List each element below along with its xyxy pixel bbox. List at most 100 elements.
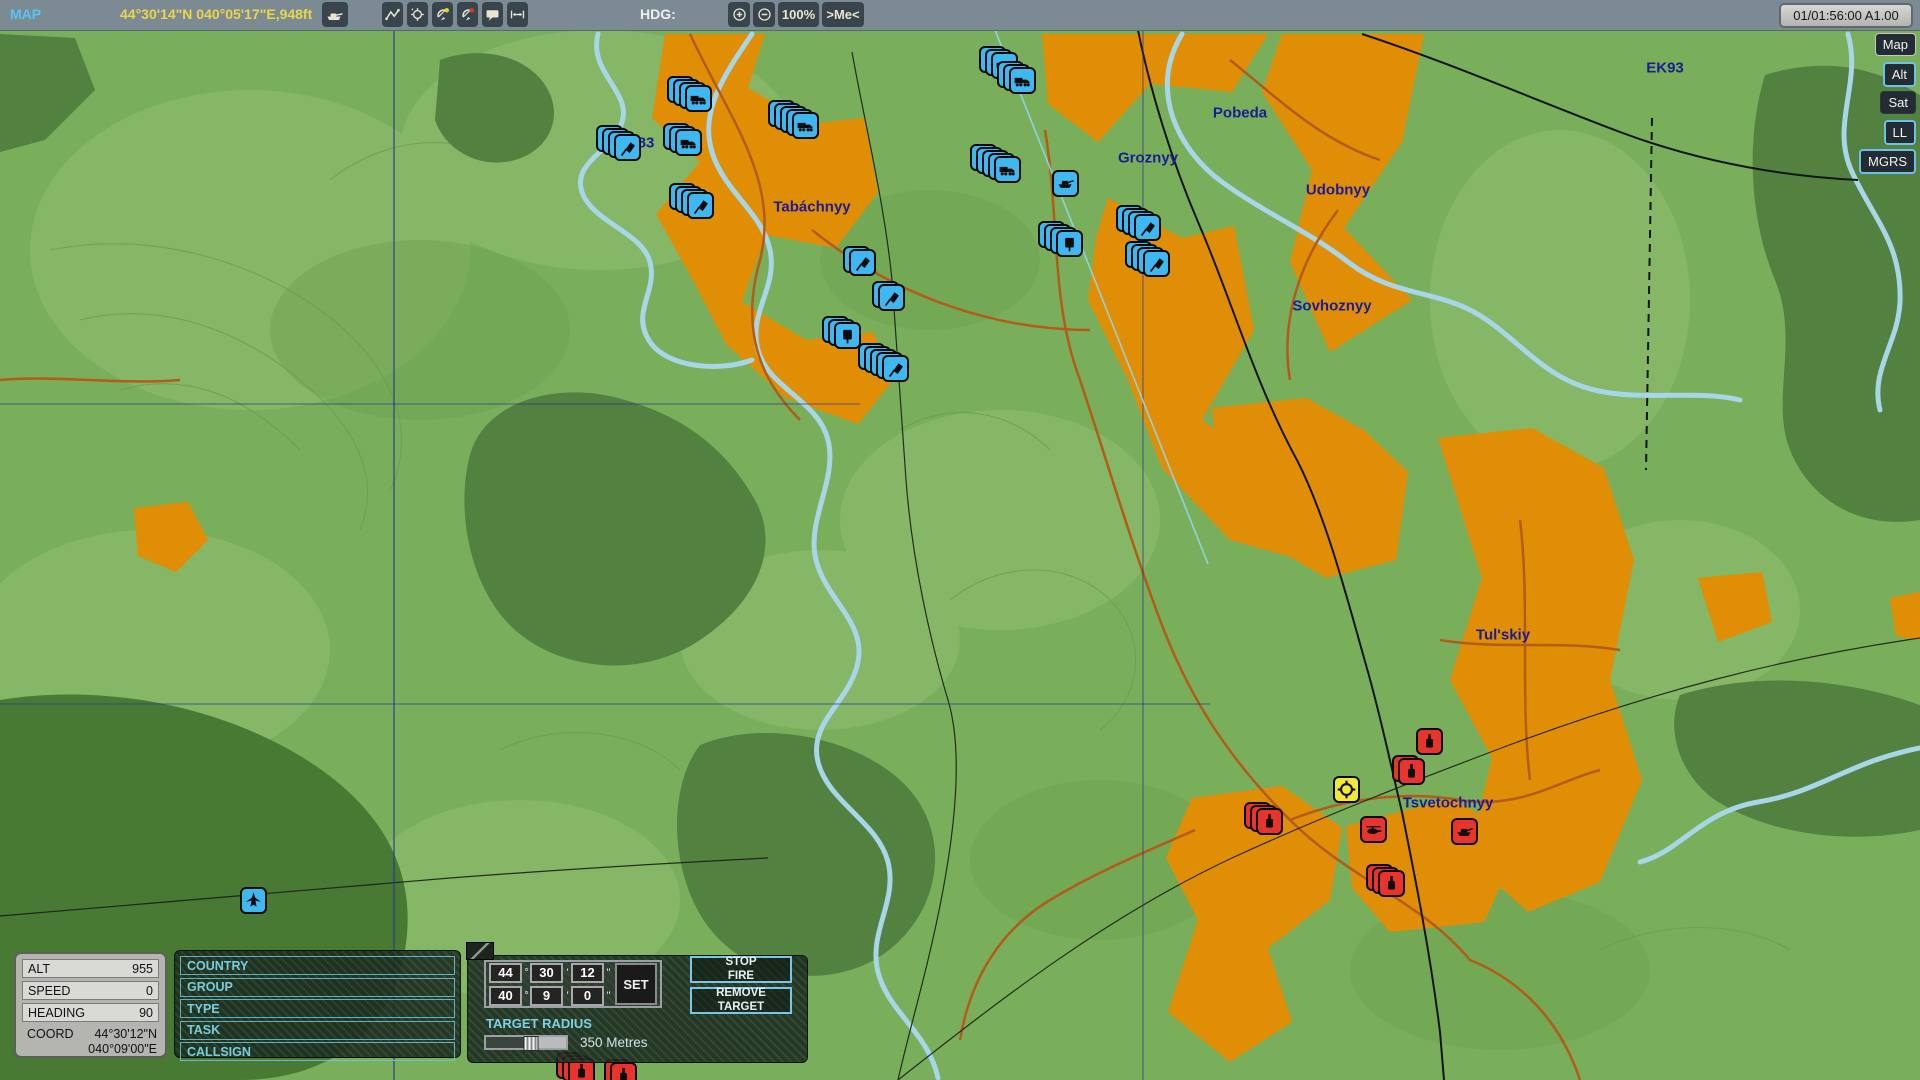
unit-card-front[interactable] [878,284,905,311]
unit-red-tankfront-icon[interactable] [1398,758,1425,785]
unit-card-front[interactable] [849,249,876,276]
unit-red-tankside-icon[interactable] [1451,818,1478,845]
unit-card-front[interactable] [1333,776,1360,803]
unit-blue-truck-icon[interactable] [792,112,819,139]
coordinate-input-box: 44 ° 30 ' 12 " 40 ° 9 ' 0 " SET [484,960,662,1008]
unit-card-front[interactable] [614,134,641,161]
unit-red-heli-icon[interactable] [1360,816,1387,843]
unit-card-front[interactable] [687,192,714,219]
unit-card-front[interactable] [1378,870,1405,897]
unit-red-tankfront-icon[interactable] [1416,728,1443,755]
heading-row: HEADING 90 [22,1003,159,1022]
unit-card-front[interactable] [994,156,1021,183]
unit-blue-flag-icon[interactable] [878,284,905,311]
unit-blue-flag-icon[interactable] [882,355,909,382]
stop-fire-button[interactable]: STOP FIRE [690,956,792,983]
unit-blue-jet-icon[interactable] [240,887,267,914]
unit-red-tankfront-icon[interactable] [610,1062,637,1080]
target-radius-value: 350 Metres [580,1035,648,1050]
coord-value: 44°30'12"N 040°09'00"E [79,1027,157,1057]
map-label-sovhoznyy: Sovhoznyy [1292,298,1371,315]
unit-blue-flag-icon[interactable] [1143,250,1170,277]
zoom-in-icon[interactable] [728,2,750,27]
center-on-me-button[interactable]: >Me< [822,2,864,27]
unit-card-front[interactable] [1256,808,1283,835]
unit-blue-truck-icon[interactable] [994,156,1021,183]
speed-row: SPEED 0 [22,981,159,1000]
tank-icon[interactable] [322,2,348,27]
unit-card-front[interactable] [610,1062,637,1080]
lon-sec-input[interactable]: 0 [571,986,604,1006]
unit-blue-flag-icon[interactable] [687,192,714,219]
radar-friendly-icon[interactable] [432,2,453,27]
unit-card-front[interactable] [1451,818,1478,845]
unit-blue-truck-icon[interactable] [685,85,712,112]
heading-row-label: HEADING [28,1006,85,1020]
lon-deg-input[interactable]: 40 [489,986,522,1006]
panel-grip-icon[interactable] [466,942,494,960]
unit-blue-truck-icon[interactable] [1009,67,1036,94]
unit-card-front[interactable] [1398,758,1425,785]
set-button[interactable]: SET [615,963,657,1005]
map-label-pobeda: Pobeda [1213,105,1267,122]
chat-icon[interactable] [482,2,503,27]
map-mode-button-map[interactable]: Map [1875,33,1916,56]
task-row: TASK [180,1021,455,1040]
lat-sec-input[interactable]: 12 [571,963,604,983]
unit-card-front[interactable] [685,85,712,112]
unit-blue-flag-icon[interactable] [1134,214,1161,241]
unit-blue-flag-icon[interactable] [614,134,641,161]
unit-blue-square-icon[interactable] [1056,230,1083,257]
unit-card-front[interactable] [792,112,819,139]
map-viewport[interactable]: TabáchnyyGroznyyPobedaUdobnyySovhoznyyTu… [0,30,1920,1080]
coord-label: COORD [27,1027,79,1057]
map-label-tab-chnyy: Tabáchnyy [773,199,850,216]
crosshair-target-icon[interactable] [407,2,428,27]
lat-min-input[interactable]: 30 [530,963,563,983]
unit-card-front[interactable] [834,322,861,349]
remove-target-button[interactable]: REMOVE TARGET [690,987,792,1014]
unit-card-front[interactable] [1143,250,1170,277]
country-row: COUNTRY [180,956,455,975]
unit-blue-truck-icon[interactable] [675,129,702,156]
unit-red-tankfront-icon[interactable] [1378,870,1405,897]
map-mode-button-ll[interactable]: LL [1884,120,1916,145]
unit-card-front[interactable] [240,887,267,914]
target-radius-handle[interactable] [523,1036,538,1051]
map-label-ek93: EK93 [1646,60,1684,77]
unit-card-front[interactable] [1360,816,1387,843]
alt-value: 955 [132,962,153,976]
map-mode-button-sat[interactable]: Sat [1880,91,1916,114]
callsign-row: CALLSIGN [180,1042,455,1061]
unit-card-front[interactable] [1134,214,1161,241]
map-label-tsvetochnyy: Tsvetochnyy [1403,795,1494,812]
route-icon[interactable] [382,2,403,27]
zoom-level-button[interactable]: 100% [778,2,819,27]
sec-symbol: " [605,990,612,1002]
unit-card-front[interactable] [1052,170,1079,197]
lat-deg-input[interactable]: 44 [489,963,522,983]
unit-card-front[interactable] [1056,230,1083,257]
map-mode-button-alt[interactable]: Alt [1883,62,1916,87]
unit-card-front[interactable] [1009,67,1036,94]
unit-card-front[interactable] [1416,728,1443,755]
unit-blue-flag-icon[interactable] [849,249,876,276]
map-label-groznyy: Groznyy [1118,150,1178,167]
unit-card-front[interactable] [675,129,702,156]
coord-row: COORD 44°30'12"N 040°09'00"E [22,1025,159,1057]
ruler-icon[interactable] [507,2,528,27]
map-mode-button-mgrs[interactable]: MGRS [1859,149,1916,174]
lon-min-input[interactable]: 9 [530,986,563,1006]
unit-red-tankfront-icon[interactable] [1256,808,1283,835]
unit-blue-square-icon[interactable] [834,322,861,349]
min-symbol: ' [564,967,571,979]
target-radius-slider[interactable] [484,1035,568,1050]
map-mode-label: MAP [10,6,41,22]
zoom-out-icon[interactable] [753,2,775,27]
deg-symbol: ° [523,967,530,979]
unit-card-front[interactable] [882,355,909,382]
top-bar: MAP 44°30'14"N 040°05'17"E,948ft [0,0,1920,31]
unit-blue-tankside-icon[interactable] [1052,170,1079,197]
radar-enemy-icon[interactable] [457,2,478,27]
unit-yellow-target-icon[interactable] [1333,776,1360,803]
